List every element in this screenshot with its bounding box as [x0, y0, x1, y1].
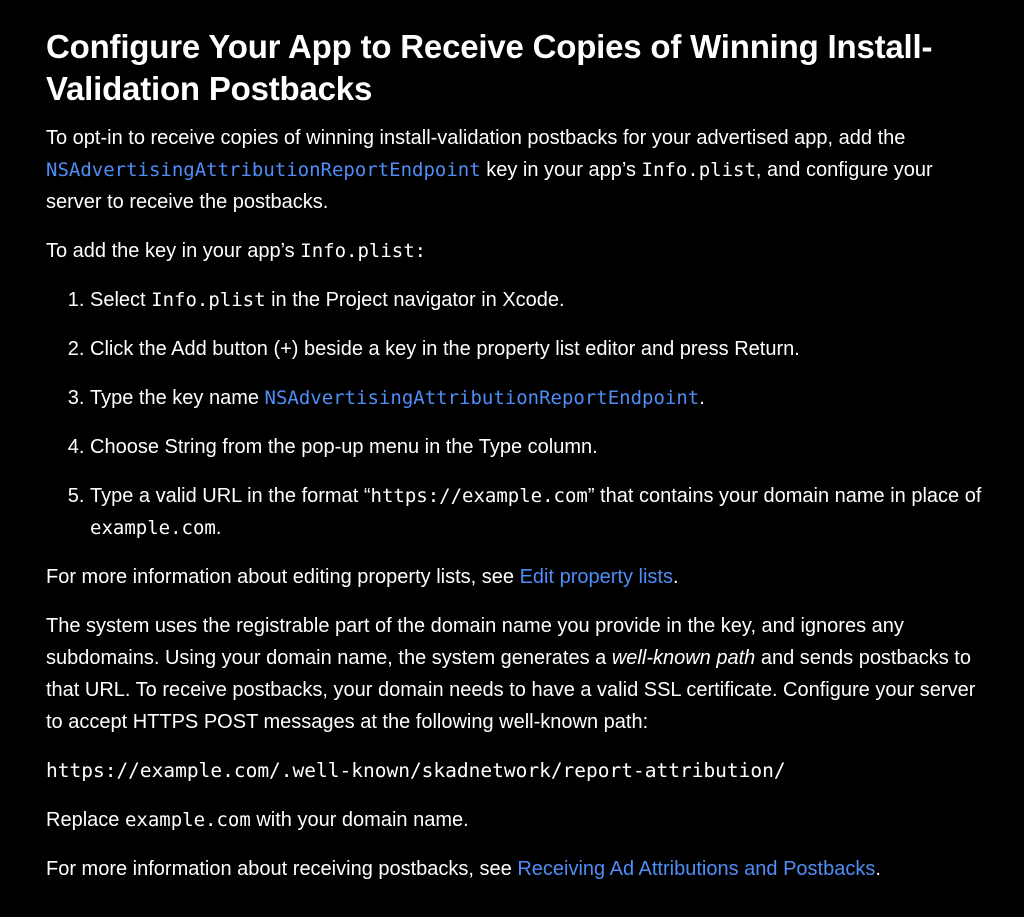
replace-text-end: with your domain name. [250, 809, 469, 831]
step-4: Choose String from the pop-up menu in th… [90, 431, 984, 463]
receiving-ad-attributions-link[interactable]: Receiving Ad Attributions and Postbacks [517, 858, 875, 880]
step-5-text-mid: ” that contains your domain name in plac… [587, 485, 982, 507]
step-2-text: Click the Add button (+) beside a key in… [90, 338, 800, 360]
example-domain-code: example.com [124, 809, 251, 831]
step-4-text: Choose String from the pop-up menu in th… [90, 436, 598, 458]
step-1-text-end: in the Project navigator in Xcode. [265, 289, 565, 311]
info-plist-code: Info.plist [641, 159, 756, 181]
step-5-text: Type a valid URL in the format “ [90, 485, 371, 507]
plist-info-text: For more information about editing prope… [46, 566, 520, 588]
intro-text-2: key in your app’s [480, 159, 642, 181]
add-key-paragraph: To add the key in your app’s Info.plist: [46, 235, 984, 267]
step-5: Type a valid URL in the format “https://… [90, 480, 984, 544]
steps-list: Select Info.plist in the Project navigat… [46, 284, 984, 544]
step-3-text: Type the key name [90, 387, 265, 409]
add-key-colon: : [414, 240, 427, 262]
well-known-path-emphasis: well-known path [611, 647, 756, 669]
info-plist-code: Info.plist [300, 240, 415, 262]
replace-paragraph: Replace example.com with your domain nam… [46, 804, 984, 836]
example-domain-code: example.com [90, 517, 216, 539]
url-format-code: https://example.com [370, 485, 588, 507]
intro-paragraph: To opt-in to receive copies of winning i… [46, 122, 984, 218]
step-3-text-end: . [699, 387, 705, 409]
edit-property-lists-link[interactable]: Edit property lists [520, 566, 673, 588]
intro-text-1: To opt-in to receive copies of winning i… [46, 127, 906, 149]
section-title: Configure Your App to Receive Copies of … [46, 28, 933, 107]
add-key-text: To add the key in your app’s [46, 240, 301, 262]
step-2: Click the Add button (+) beside a key in… [90, 333, 984, 365]
attribution-endpoint-key-link[interactable]: NSAdvertisingAttributionReportEndpoint [46, 159, 481, 181]
plist-info-text-end: . [672, 566, 679, 588]
info-plist-code: Info.plist [151, 289, 266, 311]
step-5-text-end: . [215, 517, 222, 539]
article-section: Configure Your App to Receive Copies of … [0, 0, 1024, 885]
well-known-path-code-block: https://example.com/.well-known/skadnetw… [46, 759, 786, 782]
postbacks-info-paragraph: For more information about receiving pos… [46, 853, 984, 885]
step-3: Type the key name NSAdvertisingAttributi… [90, 382, 984, 414]
system-paragraph: The system uses the registrable part of … [46, 610, 984, 738]
plist-info-paragraph: For more information about editing prope… [46, 561, 984, 593]
postbacks-info-text: For more information about receiving pos… [46, 858, 518, 880]
replace-text: Replace [46, 809, 125, 831]
step-1-text: Select [90, 289, 152, 311]
attribution-endpoint-key-link[interactable]: NSAdvertisingAttributionReportEndpoint [265, 387, 700, 409]
step-1: Select Info.plist in the Project navigat… [90, 284, 984, 316]
postbacks-info-text-end: . [875, 858, 881, 880]
